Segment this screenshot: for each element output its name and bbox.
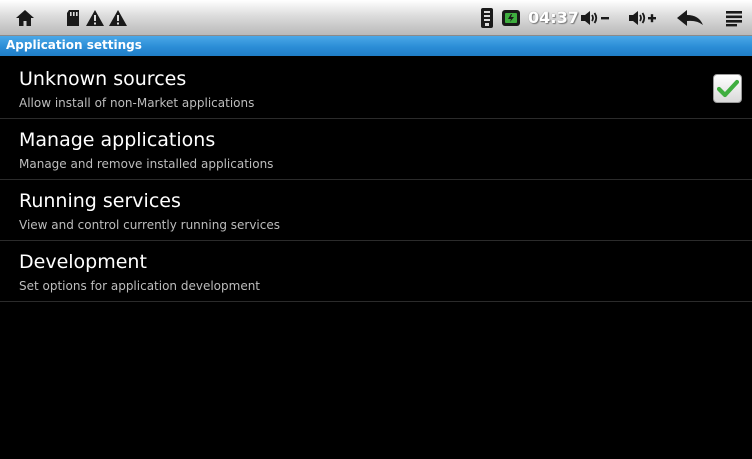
status-bar: 04:37: [0, 0, 752, 36]
wifi-icon: [479, 7, 495, 29]
warning-icon: [107, 7, 129, 29]
setting-summary: Allow install of non-Market applications: [19, 96, 255, 110]
setting-title: Unknown sources: [19, 68, 187, 90]
setting-unknown-sources[interactable]: Unknown sources Allow install of non-Mar…: [0, 58, 752, 119]
unknown-sources-checkbox[interactable]: [713, 74, 742, 103]
volume-up-icon[interactable]: [626, 7, 660, 29]
setting-summary: View and control currently running servi…: [19, 218, 280, 232]
menu-icon[interactable]: [724, 7, 744, 29]
title-bar: Application settings: [0, 36, 752, 56]
setting-title: Manage applications: [19, 129, 216, 151]
warning-icon: [84, 7, 106, 29]
settings-list: Unknown sources Allow install of non-Mar…: [0, 58, 752, 302]
setting-summary: Set options for application development: [19, 279, 261, 293]
checkmark-icon: [716, 79, 739, 97]
home-icon[interactable]: [14, 7, 36, 29]
sd-card-icon: [64, 7, 82, 29]
status-clock: 04:37: [528, 8, 579, 27]
setting-title: Development: [19, 251, 147, 273]
page-title: Application settings: [6, 38, 142, 52]
battery-icon: [500, 7, 522, 29]
setting-running-services[interactable]: Running services View and control curren…: [0, 180, 752, 241]
volume-down-icon[interactable]: [578, 7, 612, 29]
setting-title: Running services: [19, 190, 181, 212]
setting-development[interactable]: Development Set options for application …: [0, 241, 752, 302]
setting-summary: Manage and remove installed applications: [19, 157, 274, 171]
back-icon[interactable]: [675, 7, 705, 29]
setting-manage-applications[interactable]: Manage applications Manage and remove in…: [0, 119, 752, 180]
